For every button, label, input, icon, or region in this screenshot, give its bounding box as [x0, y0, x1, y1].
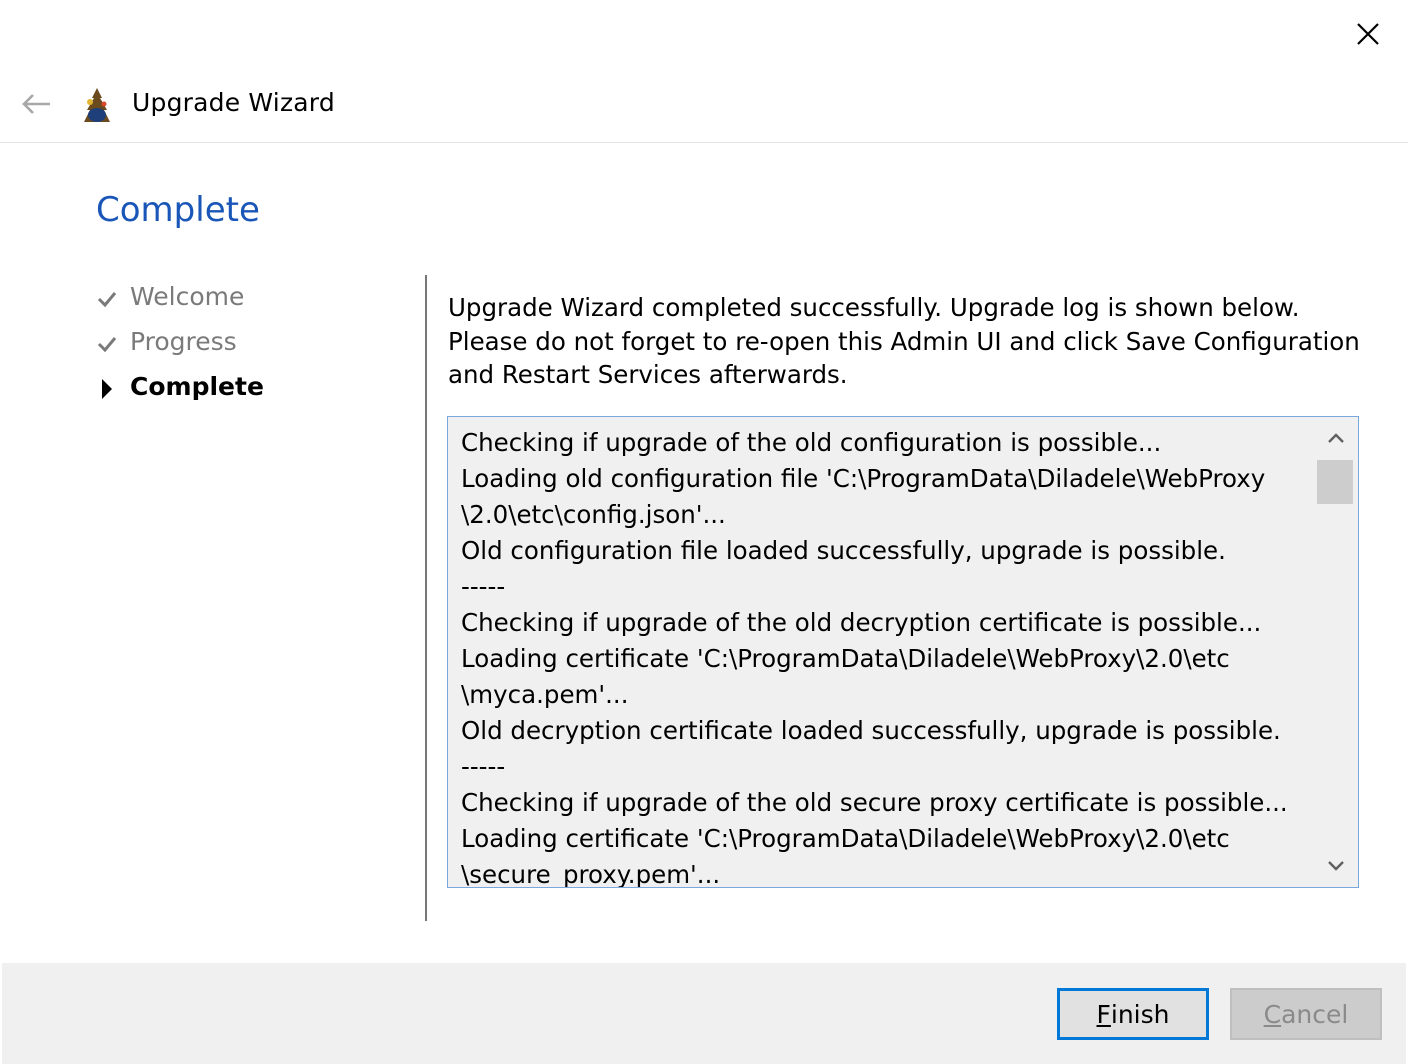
cancel-accel: C [1263, 999, 1282, 1029]
cancel-button[interactable]: Cancel [1230, 988, 1382, 1040]
log-line: Loading certificate 'C:\ProgramData\Dila… [461, 824, 1230, 853]
step-label: Welcome [130, 282, 245, 311]
log-line: ----- [461, 752, 506, 781]
log-line: Checking if upgrade of the old decryptio… [461, 608, 1262, 637]
log-line: \2.0\etc\config.json'... [461, 500, 726, 529]
log-line: Loading certificate 'C:\ProgramData\Dila… [461, 644, 1230, 673]
button-bar: Finish Cancel [2, 963, 1406, 1064]
log-line: Loading old configuration file 'C:\Progr… [461, 464, 1266, 493]
scroll-thumb[interactable] [1317, 460, 1353, 504]
finish-label: inish [1110, 999, 1170, 1029]
cancel-label: ancel [1281, 999, 1349, 1029]
upgrade-log-textbox[interactable]: Checking if upgrade of the old configura… [447, 416, 1359, 888]
finish-accel: F [1096, 999, 1111, 1029]
scroll-up-button[interactable] [1315, 417, 1357, 459]
log-line: Checking if upgrade of the old secure pr… [461, 788, 1288, 817]
vertical-scrollbar[interactable] [1315, 417, 1357, 887]
message-line: Please do not forget to re-open this Adm… [448, 326, 1360, 356]
log-line: Checking if upgrade of the old configura… [461, 428, 1162, 457]
close-icon [1357, 23, 1379, 45]
window-title: Upgrade Wizard [132, 88, 335, 117]
step-label: Complete [130, 372, 264, 401]
log-line: \myca.pem'... [461, 680, 629, 709]
checkmark-icon [97, 292, 117, 308]
back-arrow-icon [22, 94, 50, 114]
back-button[interactable] [14, 84, 58, 124]
chevron-down-icon [1328, 861, 1344, 871]
log-line: \secure_proxy.pem'... [461, 860, 721, 888]
chevron-up-icon [1328, 433, 1344, 443]
log-line: Old decryption certificate loaded succes… [461, 716, 1281, 745]
log-line: ----- [461, 572, 506, 601]
step-label: Progress [130, 327, 237, 356]
finish-button[interactable]: Finish [1057, 988, 1209, 1040]
vertical-divider [425, 275, 427, 921]
log-line: Old configuration file loaded successful… [461, 536, 1226, 565]
completion-message: Upgrade Wizard completed successfully. U… [448, 291, 1368, 392]
checkmark-icon [97, 337, 117, 353]
message-line: Upgrade Wizard completed successfully. U… [448, 293, 1300, 322]
page-title: Complete [96, 190, 260, 230]
log-content: Checking if upgrade of the old configura… [461, 425, 1311, 888]
scroll-down-button[interactable] [1315, 845, 1357, 887]
close-button[interactable] [1346, 14, 1390, 54]
title-bar: Upgrade Wizard [0, 70, 1408, 143]
message-line: and Restart Services afterwards. [448, 360, 848, 389]
app-logo-icon [80, 86, 114, 124]
play-arrow-icon [102, 379, 112, 399]
